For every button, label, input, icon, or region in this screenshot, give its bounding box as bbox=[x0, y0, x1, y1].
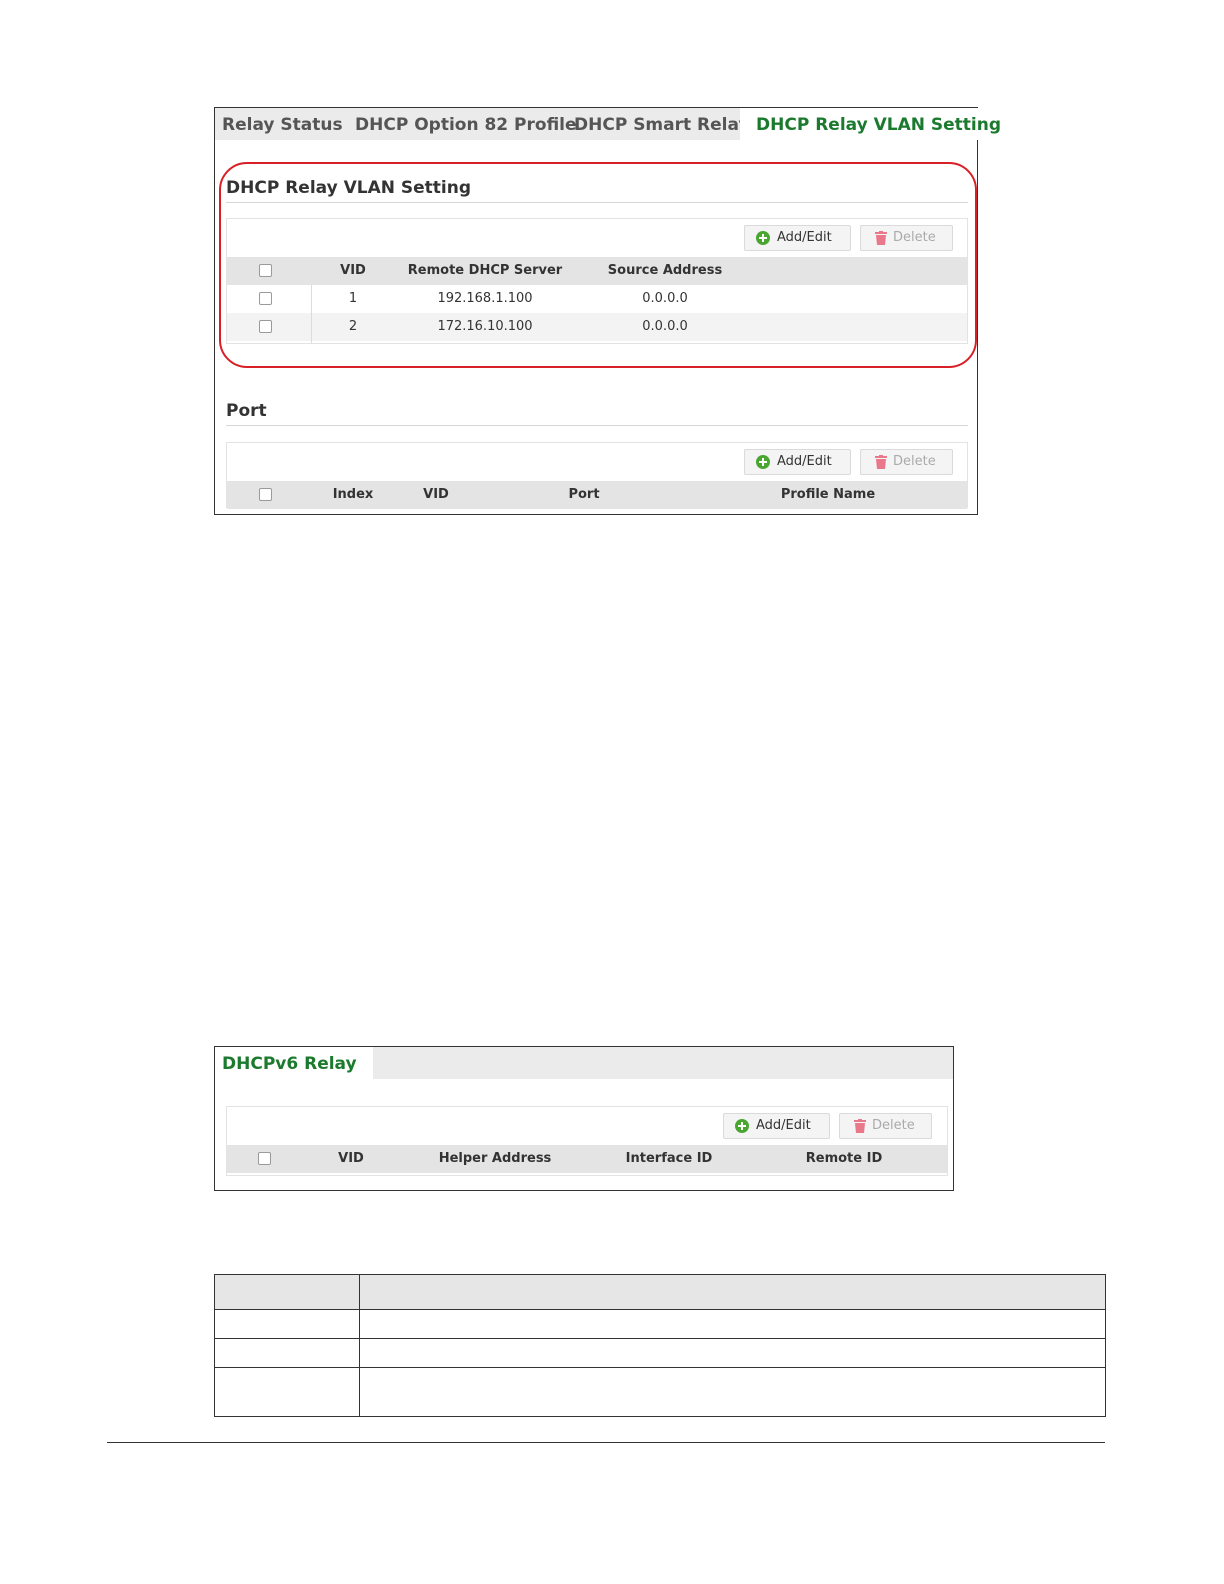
dhcpv6-delete-button[interactable]: Delete bbox=[839, 1113, 932, 1139]
port-table-header: Index VID Port Profile Name bbox=[227, 481, 967, 509]
port-delete-button[interactable]: Delete bbox=[860, 449, 953, 475]
dhcp-relay-panel: Relay Status DHCP Option 82 Profile DHCP… bbox=[214, 107, 1018, 515]
tab-dhcp-smart-relay[interactable]: DHCP Smart Relay bbox=[574, 108, 750, 140]
column-header-port: Port bbox=[568, 487, 600, 502]
highlight-outline bbox=[219, 162, 977, 368]
tab-dhcp-option-82-profile[interactable]: DHCP Option 82 Profile bbox=[355, 108, 577, 140]
dhcpv6-table: Add/Edit Delete VID Helper Address Inter… bbox=[226, 1106, 948, 1176]
add-icon bbox=[756, 455, 770, 469]
select-all-checkbox[interactable] bbox=[258, 1152, 271, 1165]
port-table: Add/Edit Delete Index VID Port Profile N… bbox=[226, 442, 968, 509]
column-header-helper-address: Helper Address bbox=[438, 1151, 552, 1166]
description-cell bbox=[359, 1309, 1106, 1339]
port-section-title: Port bbox=[226, 401, 267, 421]
table-row bbox=[214, 1338, 1106, 1368]
column-header-interface-id: Interface ID bbox=[625, 1151, 713, 1166]
column-header-vid: VID bbox=[338, 1151, 364, 1166]
label-column-header bbox=[214, 1274, 360, 1310]
tab-dhcpv6-relay[interactable]: DHCPv6 Relay bbox=[215, 1047, 373, 1079]
description-table-header bbox=[214, 1274, 1106, 1310]
description-cell bbox=[359, 1367, 1106, 1417]
trash-icon bbox=[875, 455, 887, 469]
description-cell bbox=[359, 1338, 1106, 1368]
port-add-edit-button[interactable]: Add/Edit bbox=[744, 449, 851, 475]
add-icon bbox=[735, 1119, 749, 1133]
column-header-profile-name: Profile Name bbox=[780, 487, 876, 502]
tab-bar: DHCPv6 Relay bbox=[215, 1047, 953, 1079]
description-table bbox=[214, 1274, 1106, 1417]
tab-bar: Relay Status DHCP Option 82 Profile DHCP… bbox=[215, 108, 1018, 140]
tab-dhcp-relay-vlan-setting[interactable]: DHCP Relay VLAN Setting bbox=[740, 108, 1018, 140]
footer-divider bbox=[107, 1442, 1105, 1443]
label-cell bbox=[214, 1338, 360, 1368]
select-all-checkbox[interactable] bbox=[259, 488, 272, 501]
column-header-vid: VID bbox=[423, 487, 449, 502]
label-cell bbox=[214, 1367, 360, 1417]
port-section-divider bbox=[226, 425, 968, 426]
label-cell bbox=[214, 1309, 360, 1339]
table-row bbox=[214, 1309, 1106, 1339]
column-header-index: Index bbox=[332, 487, 374, 502]
dhcpv6-add-edit-button[interactable]: Add/Edit bbox=[723, 1113, 830, 1139]
description-column-header bbox=[359, 1274, 1106, 1310]
trash-icon bbox=[854, 1119, 866, 1133]
dhcpv6-table-header: VID Helper Address Interface ID Remote I… bbox=[227, 1145, 947, 1173]
tab-relay-status[interactable]: Relay Status bbox=[222, 108, 343, 140]
table-row bbox=[214, 1367, 1106, 1417]
dhcpv6-relay-panel: DHCPv6 Relay Add/Edit Delete VID Helper … bbox=[214, 1046, 954, 1191]
column-header-remote-id: Remote ID bbox=[805, 1151, 883, 1166]
